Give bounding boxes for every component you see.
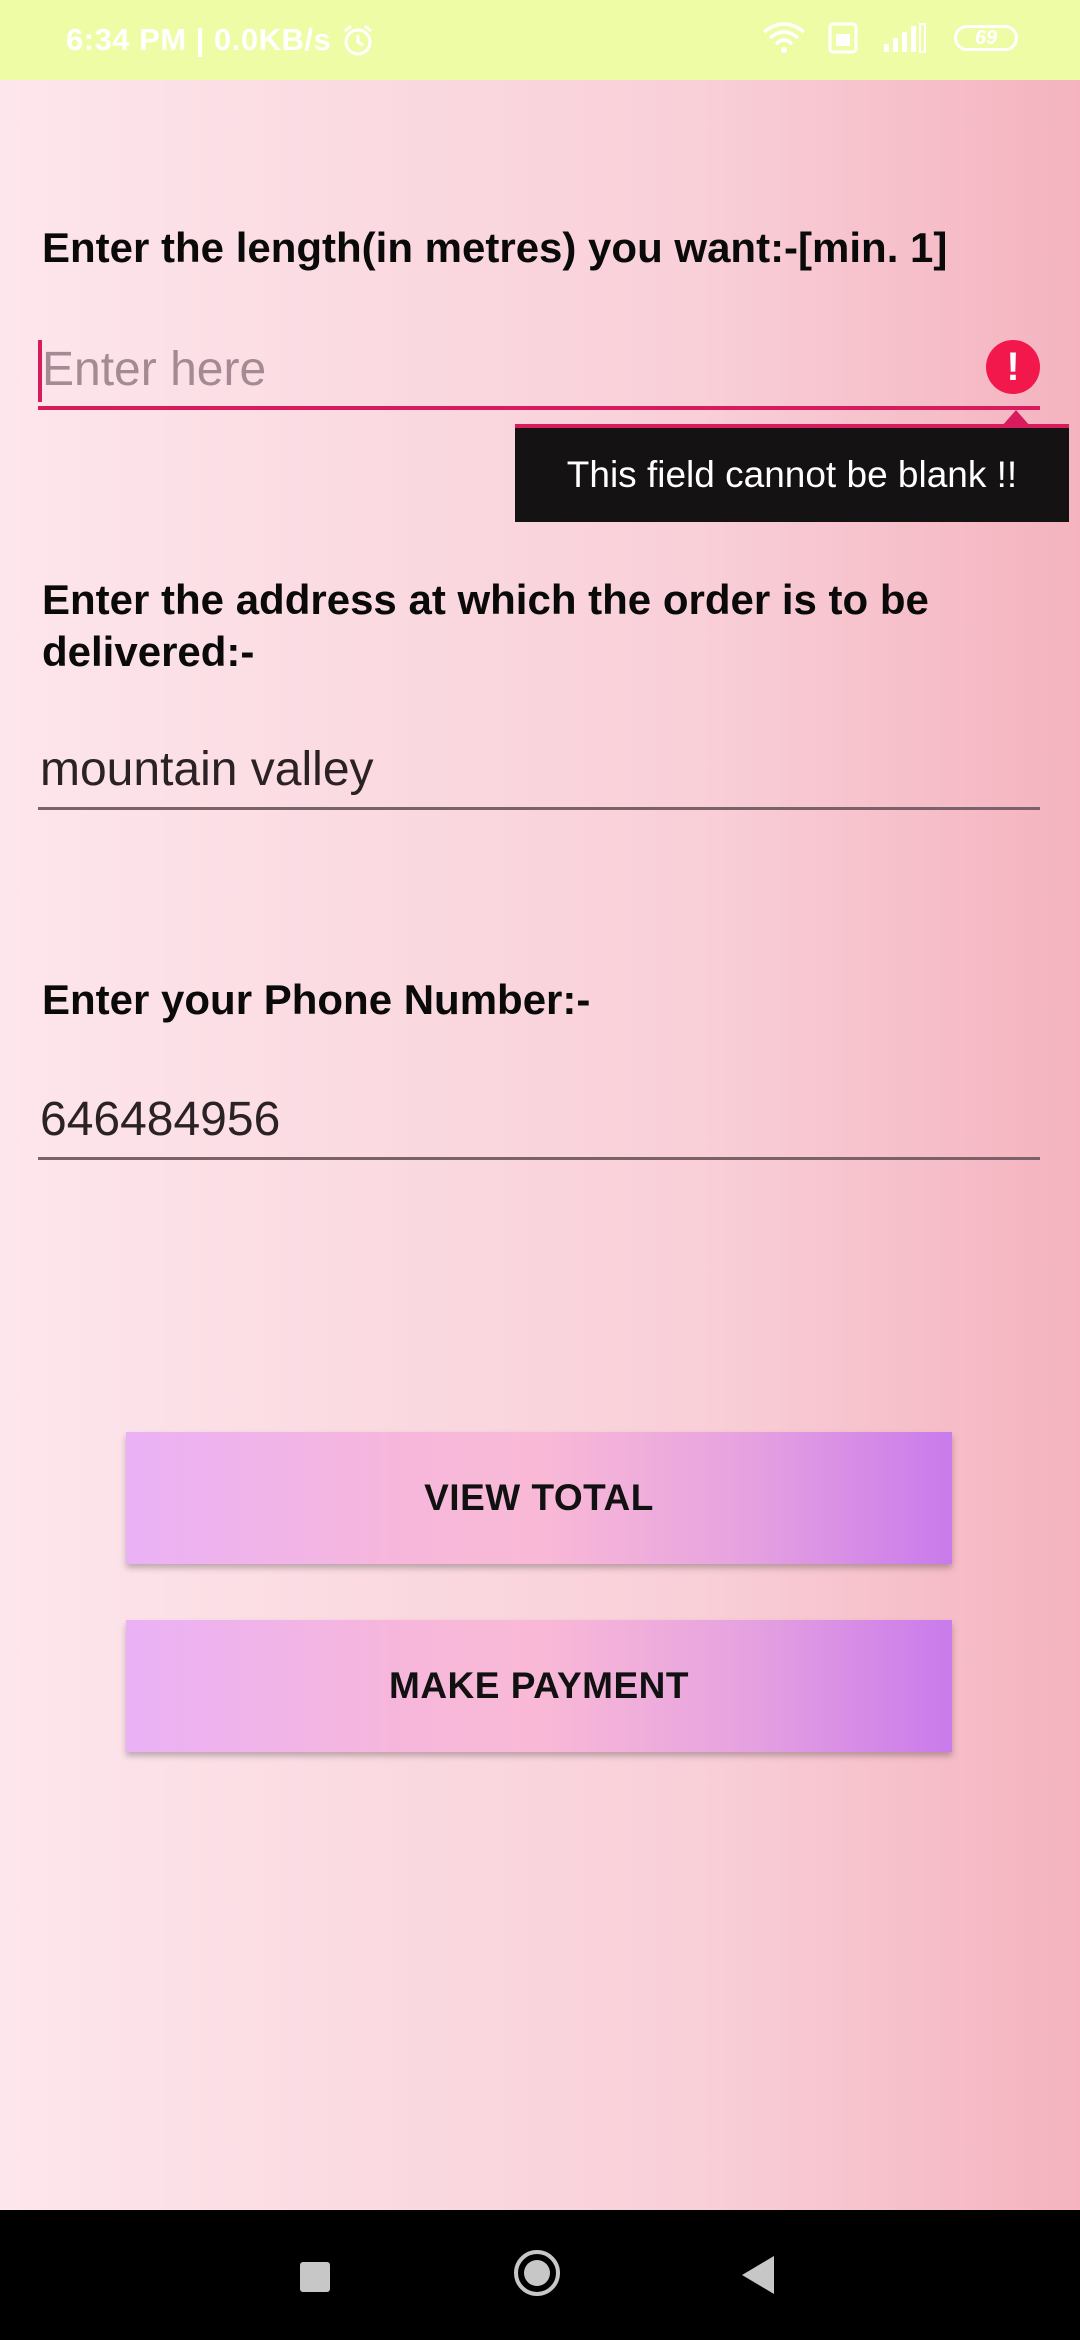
length-label: Enter the length(in metres) you want:-[m… (42, 224, 948, 271)
make-payment-button[interactable]: MAKE PAYMENT (126, 1620, 952, 1752)
status-bar: 6:34 PM | 0.0KB/s 69 (0, 0, 1080, 80)
phone-underline (38, 1157, 1040, 1160)
navigation-bar (0, 2210, 1080, 2340)
status-right: 69 (762, 22, 1018, 54)
error-icon: ! (986, 340, 1040, 394)
length-placeholder: Enter here (42, 343, 267, 396)
alarm-icon (344, 24, 373, 56)
address-value: mountain valley (40, 743, 374, 796)
address-underline (38, 807, 1040, 810)
length-input[interactable]: Enter here ! (38, 330, 1040, 410)
address-input[interactable]: mountain valley (38, 730, 1040, 810)
back-button[interactable] (742, 2256, 774, 2294)
error-tooltip: This field cannot be blank !! (515, 428, 1069, 522)
phone-label: Enter your Phone Number:- (42, 976, 591, 1023)
phone-input[interactable]: 646484956 (38, 1080, 1040, 1160)
recents-button[interactable] (300, 2262, 330, 2292)
wifi-icon (762, 22, 806, 53)
signal-icon (884, 23, 926, 53)
address-label: Enter the address at which the order is … (42, 576, 929, 675)
home-button[interactable] (514, 2250, 560, 2296)
view-total-button[interactable]: VIEW TOTAL (126, 1432, 952, 1564)
status-left: 6:34 PM | 0.0KB/s (66, 22, 375, 58)
order-form: Enter the length(in metres) you want:-[m… (0, 80, 1080, 2210)
battery-icon: 69 (954, 25, 1018, 51)
status-time-speed: 6:34 PM | 0.0KB/s (66, 22, 332, 57)
battery-level: 69 (974, 26, 998, 49)
phone-value: 646484956 (40, 1093, 281, 1146)
length-underline (38, 406, 1040, 410)
sim-icon (828, 22, 858, 54)
